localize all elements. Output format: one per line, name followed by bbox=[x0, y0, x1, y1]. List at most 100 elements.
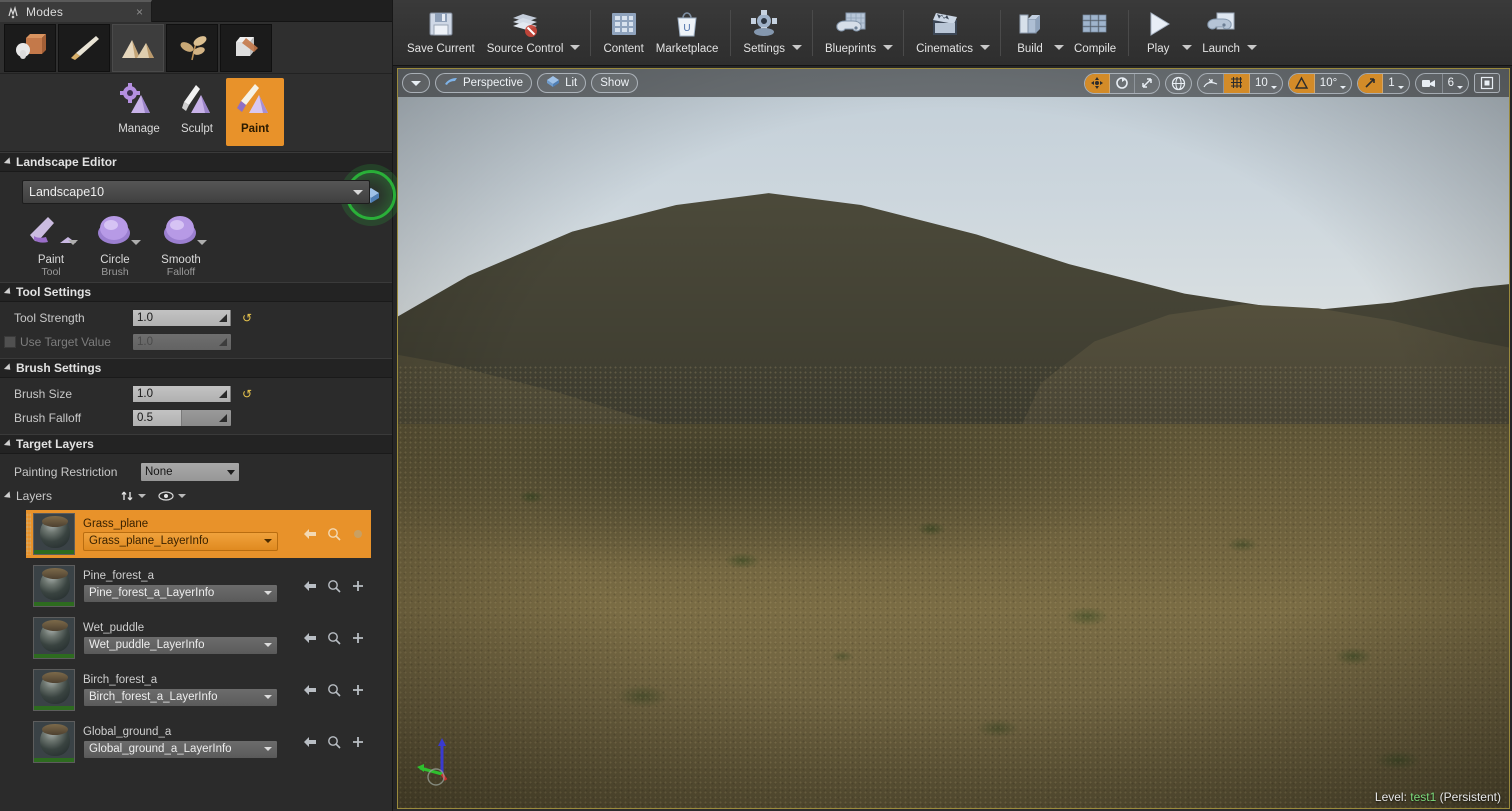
settings-caret-icon[interactable] bbox=[791, 44, 802, 50]
save-current-button[interactable]: Save Current bbox=[401, 3, 481, 63]
rotation-snap-value[interactable]: 10° bbox=[1315, 74, 1351, 93]
layerinfo-select[interactable]: Global_ground_a_LayerInfo bbox=[83, 739, 278, 759]
add-layer-icon[interactable] bbox=[351, 735, 365, 749]
blueprints-button[interactable]: Blueprints bbox=[819, 3, 882, 63]
layerinfo-select[interactable]: Wet_puddle_LayerInfo bbox=[83, 635, 278, 655]
launch-button[interactable]: Launch bbox=[1196, 3, 1246, 63]
add-layer-icon[interactable] bbox=[351, 527, 365, 541]
browse-asset-icon[interactable] bbox=[327, 527, 341, 541]
world-space-button[interactable] bbox=[1166, 74, 1191, 93]
layers-sort-control[interactable] bbox=[120, 489, 146, 503]
layer-row-wet-puddle[interactable]: Wet_puddle Wet_puddle_LayerInfo bbox=[26, 614, 371, 662]
subtool-paint[interactable]: Paint bbox=[226, 78, 284, 146]
tool-smooth-caret-icon[interactable] bbox=[197, 240, 207, 245]
section-header-target-layers[interactable]: Target Layers bbox=[0, 434, 392, 454]
grid-snap-toggle[interactable] bbox=[1224, 73, 1250, 93]
mode-button-place[interactable] bbox=[4, 23, 56, 72]
content-button[interactable]: Content bbox=[597, 3, 649, 63]
subtool-sculpt[interactable]: Sculpt bbox=[168, 78, 226, 146]
reset-tool-strength-icon[interactable]: ↺ bbox=[242, 311, 252, 325]
cinematics-button[interactable]: Cinematics bbox=[910, 3, 979, 63]
surface-snap-button[interactable] bbox=[1198, 73, 1224, 93]
layer-row-global-ground-a[interactable]: Global_ground_a Global_ground_a_LayerInf… bbox=[26, 718, 371, 766]
translate-mode-button[interactable] bbox=[1085, 73, 1110, 93]
play-caret-icon[interactable] bbox=[1182, 44, 1193, 50]
viewport-options-menu[interactable] bbox=[402, 73, 430, 93]
scale-snap-value[interactable]: 1 bbox=[1383, 74, 1408, 93]
spinner-icon[interactable] bbox=[217, 388, 229, 400]
tab-modes[interactable]: Modes × bbox=[0, 0, 152, 22]
layerinfo-select[interactable]: Birch_forest_a_LayerInfo bbox=[83, 687, 278, 707]
browse-asset-icon[interactable] bbox=[327, 735, 341, 749]
tool-circle-caret-icon[interactable] bbox=[131, 240, 141, 245]
close-icon[interactable]: × bbox=[134, 6, 145, 18]
marketplace-button[interactable]: U Marketplace bbox=[650, 3, 725, 63]
painting-restriction-select[interactable]: None bbox=[140, 462, 240, 482]
settings-button[interactable]: Settings bbox=[737, 3, 791, 63]
mode-button-paint[interactable] bbox=[58, 23, 110, 72]
scale-snap-toggle[interactable] bbox=[1358, 73, 1384, 93]
use-selected-asset-icon[interactable] bbox=[303, 683, 317, 697]
show-menu-button[interactable]: Show bbox=[591, 73, 639, 93]
layerinfo-select[interactable]: Grass_plane_LayerInfo bbox=[83, 531, 278, 551]
layer-row-pine-forest-a[interactable]: Pine_forest_a Pine_forest_a_LayerInfo bbox=[26, 562, 371, 610]
mode-button-landscape[interactable] bbox=[112, 23, 164, 72]
source-control-button[interactable]: Source Control bbox=[481, 3, 570, 63]
camera-speed-icon-cell[interactable] bbox=[1416, 73, 1443, 93]
cinematics-caret-icon[interactable] bbox=[980, 44, 990, 50]
grid-snap-value[interactable]: 10 bbox=[1250, 74, 1282, 93]
tool-paint-sub: Tool bbox=[41, 266, 61, 278]
brush-size-input[interactable]: 1.0 bbox=[132, 385, 232, 403]
layer-thumbnail[interactable] bbox=[33, 565, 75, 607]
layer-thumbnail[interactable] bbox=[33, 617, 75, 659]
layer-thumbnail[interactable] bbox=[33, 721, 75, 763]
add-layer-icon[interactable] bbox=[351, 579, 365, 593]
use-selected-asset-icon[interactable] bbox=[303, 631, 317, 645]
layers-visibility-control[interactable] bbox=[158, 490, 186, 502]
drag-handle-icon[interactable] bbox=[26, 513, 31, 555]
layer-thumbnail[interactable] bbox=[33, 669, 75, 711]
build-caret-icon[interactable] bbox=[1054, 44, 1064, 50]
spinner-icon[interactable] bbox=[217, 412, 229, 424]
section-header-landscape-editor[interactable]: Landscape Editor bbox=[0, 152, 392, 172]
landscape-target-selector[interactable]: Landscape10 bbox=[22, 180, 370, 204]
layer-row-grass-plane[interactable]: Grass_plane Grass_plane_LayerInfo bbox=[26, 510, 371, 558]
use-selected-asset-icon[interactable] bbox=[303, 527, 317, 541]
use-selected-asset-icon[interactable] bbox=[303, 579, 317, 593]
collapse-triangle-icon[interactable] bbox=[3, 491, 14, 501]
tool-paint-caret-icon[interactable] bbox=[68, 240, 78, 245]
section-header-tool-settings[interactable]: Tool Settings bbox=[0, 282, 392, 302]
mode-button-foliage[interactable] bbox=[166, 23, 218, 72]
layerinfo-select[interactable]: Pine_forest_a_LayerInfo bbox=[83, 583, 278, 603]
browse-asset-icon[interactable] bbox=[327, 631, 341, 645]
use-target-value-checkbox[interactable] bbox=[4, 336, 16, 348]
browse-asset-icon[interactable] bbox=[327, 579, 341, 593]
browse-asset-icon[interactable] bbox=[327, 683, 341, 697]
rotation-snap-toggle[interactable] bbox=[1288, 73, 1315, 93]
brush-falloff-input[interactable]: 0.5 bbox=[132, 409, 232, 427]
source-control-caret-icon[interactable] bbox=[570, 44, 581, 50]
view-mode-button[interactable]: Lit bbox=[537, 73, 587, 93]
scale-mode-button[interactable] bbox=[1135, 74, 1159, 93]
level-viewport[interactable]: Level: test1 (Persistent) Perspective Li… bbox=[397, 68, 1510, 809]
blueprints-caret-icon[interactable] bbox=[883, 44, 894, 50]
add-layer-icon[interactable] bbox=[351, 631, 365, 645]
section-header-brush-settings[interactable]: Brush Settings bbox=[0, 358, 392, 378]
reset-brush-size-icon[interactable]: ↺ bbox=[242, 387, 252, 401]
build-button[interactable]: Build bbox=[1007, 3, 1053, 63]
play-button[interactable]: Play bbox=[1135, 3, 1181, 63]
layer-row-birch-forest-a[interactable]: Birch_forest_a Birch_forest_a_LayerInfo bbox=[26, 666, 371, 714]
rotate-mode-button[interactable] bbox=[1110, 73, 1135, 93]
compile-button[interactable]: Compile bbox=[1068, 3, 1122, 63]
tool-strength-input[interactable]: 1.0 bbox=[132, 309, 232, 327]
spinner-icon[interactable] bbox=[217, 312, 229, 324]
mode-button-geometry-editing[interactable] bbox=[220, 23, 272, 72]
camera-speed-value[interactable]: 6 bbox=[1443, 74, 1468, 93]
add-layer-icon[interactable] bbox=[351, 683, 365, 697]
subtool-manage[interactable]: Manage bbox=[110, 78, 168, 146]
layer-thumbnail[interactable] bbox=[33, 513, 75, 555]
use-selected-asset-icon[interactable] bbox=[303, 735, 317, 749]
maximize-viewport-button[interactable] bbox=[1474, 73, 1500, 93]
camera-type-button[interactable]: Perspective bbox=[435, 73, 533, 93]
launch-caret-icon[interactable] bbox=[1246, 44, 1257, 50]
